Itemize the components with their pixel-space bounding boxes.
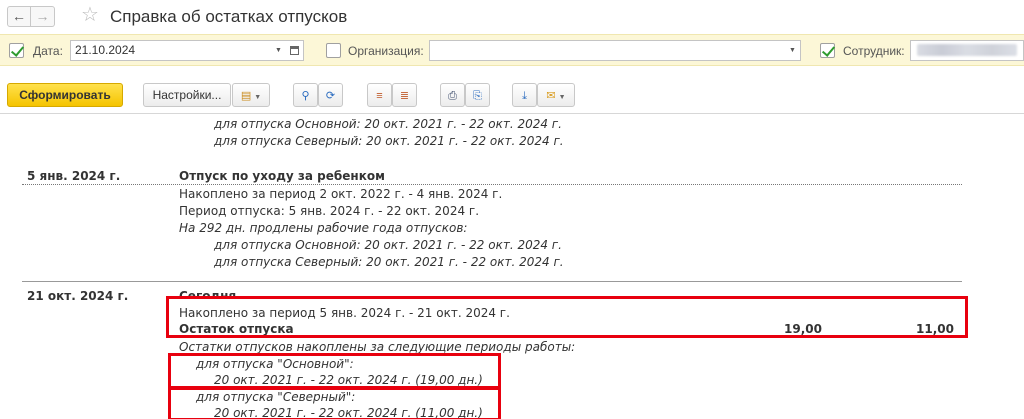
date-label: Дата:	[33, 44, 63, 58]
event-date: 5 янв. 2024 г.	[27, 169, 121, 183]
chevron-down-icon: ▼	[275, 47, 282, 54]
print-button[interactable]: ⎙	[440, 83, 465, 107]
favorite-star-icon[interactable]: ☆	[81, 4, 99, 26]
forward-button[interactable]: →	[31, 6, 55, 27]
search-icon: ⚲	[301, 90, 310, 102]
expand-groups-button[interactable]: ≣	[392, 83, 417, 107]
report-line: для отпуска Основной: 20 окт. 2021 г. - …	[214, 117, 562, 131]
highlight-box-main	[168, 353, 501, 390]
chevron-down-icon: ▼	[558, 94, 566, 101]
organization-checkbox[interactable]	[326, 43, 341, 58]
toolbar: Сформировать Настройки... ▤ ▼ ⚲ ⟳ ≡ ≣ ⎙ ⎘…	[0, 66, 1024, 114]
printer-icon: ⎙	[448, 90, 457, 102]
date-checkbox[interactable]	[9, 43, 24, 58]
print-preview-button[interactable]: ⎘	[465, 83, 490, 107]
dotted-divider	[22, 184, 962, 185]
save-button[interactable]: ⤓	[512, 83, 537, 107]
organization-label: Организация:	[348, 44, 424, 58]
settings-button[interactable]: Настройки...	[143, 83, 231, 107]
arrow-right-icon: →	[35, 8, 50, 24]
organization-field[interactable]	[429, 40, 786, 61]
window-title: Справка об остатках отпусков	[110, 7, 348, 26]
employee-checkbox[interactable]	[820, 43, 835, 58]
group-collapse-icon: ≡	[376, 90, 383, 102]
event-date: 21 окт. 2024 г.	[27, 289, 129, 303]
download-icon: ⤓	[522, 90, 527, 102]
report-line: На 292 дн. продлены рабочие года отпуско…	[179, 221, 468, 235]
employee-field[interactable]	[910, 40, 1024, 61]
section-divider	[22, 281, 962, 282]
variants-menu-button[interactable]: ▤ ▼	[232, 83, 270, 107]
group-expand-icon: ≣	[399, 90, 410, 102]
search-next-button[interactable]: ⟳	[318, 83, 343, 107]
date-field[interactable]: 21.10.2024	[70, 40, 272, 61]
search-next-icon: ⟳	[325, 90, 336, 102]
chevron-down-icon: ▼	[789, 47, 796, 54]
report-line: для отпуска Северный: 20 окт. 2021 г. - …	[214, 255, 564, 269]
back-button[interactable]: ←	[7, 6, 31, 27]
calendar-button[interactable]	[286, 40, 304, 61]
chevron-down-icon: ▼	[254, 94, 262, 101]
title-bar: ← → ☆ Справка об остатках отпусков	[0, 0, 1024, 34]
print-preview-icon: ⎘	[473, 90, 482, 102]
blurred-employee-name	[917, 44, 1017, 56]
search-button[interactable]: ⚲	[293, 83, 318, 107]
collapse-groups-button[interactable]: ≡	[367, 83, 392, 107]
report-line: Накоплено за период 2 окт. 2022 г. - 4 я…	[179, 187, 503, 201]
calendar-icon	[290, 46, 299, 55]
event-heading: Отпуск по уходу за ребенком	[179, 169, 385, 183]
highlight-box-north	[168, 386, 501, 419]
report-line: Остатки отпусков накоплены за следующие …	[179, 340, 576, 354]
filter-bar: Дата: 21.10.2024 ▼ Организация: ▼ Сотруд…	[0, 34, 1024, 66]
report-line: для отпуска Основной: 20 окт. 2021 г. - …	[214, 238, 562, 252]
highlight-box-balance	[166, 296, 968, 338]
report-line: для отпуска Северный: 20 окт. 2021 г. - …	[214, 134, 564, 148]
arrow-left-icon: ←	[12, 8, 26, 24]
organization-dropdown-button[interactable]: ▼	[785, 40, 801, 61]
report-area: для отпуска Основной: 20 окт. 2021 г. - …	[0, 115, 1024, 419]
date-dropdown-button[interactable]: ▼	[271, 40, 287, 61]
report-variants-icon: ▤	[240, 90, 252, 102]
generate-button[interactable]: Сформировать	[7, 83, 123, 107]
employee-label: Сотрудник:	[843, 44, 905, 58]
send-menu-button[interactable]: ✉ ▼	[537, 83, 575, 107]
report-line: Период отпуска: 5 янв. 2024 г. - 22 окт.…	[179, 204, 480, 218]
envelope-icon: ✉	[546, 90, 556, 102]
